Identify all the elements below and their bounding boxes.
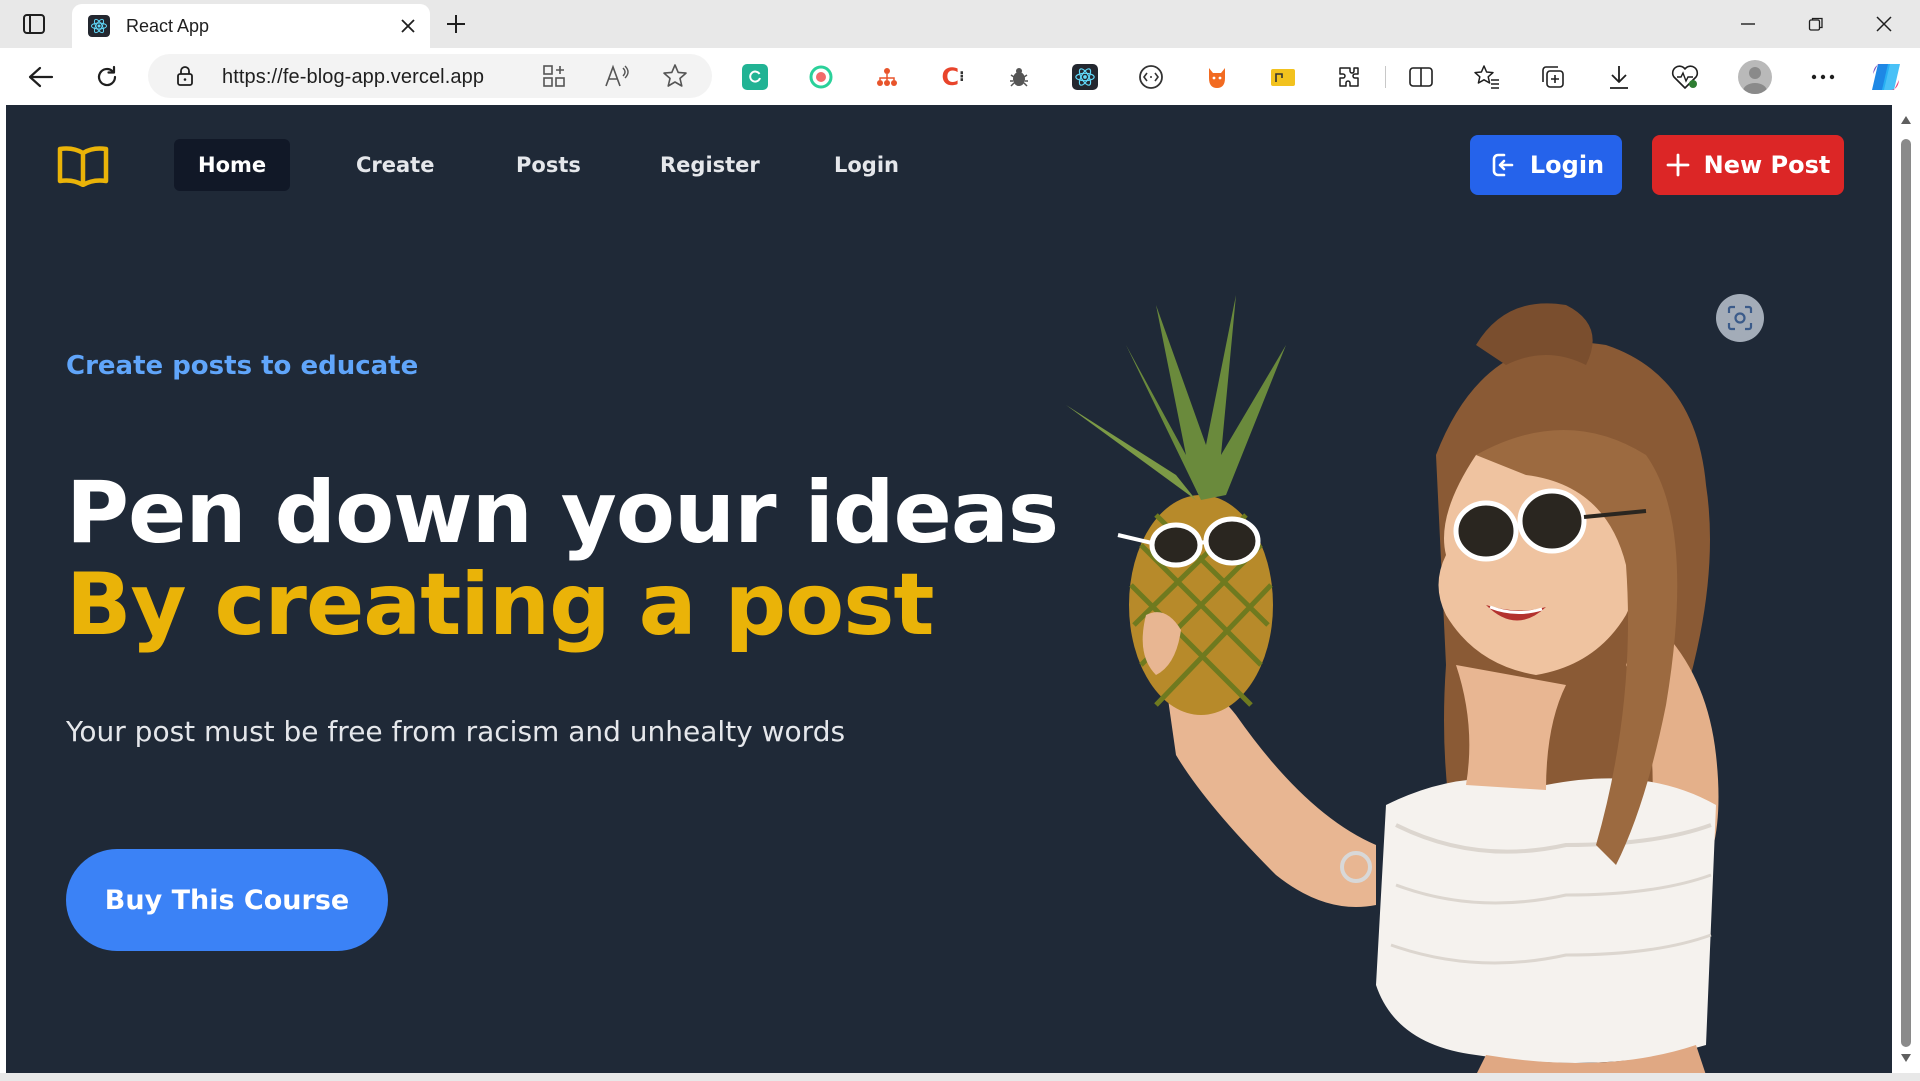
browser-toolbar: https://fe-blog-app.vercel.app C ⁝ (0, 48, 1920, 105)
favorite-star-icon[interactable] (662, 63, 688, 94)
scroll-up-icon[interactable] (1899, 113, 1913, 127)
nav-create[interactable]: Create (332, 139, 458, 191)
nav-register[interactable]: Register (636, 139, 784, 191)
minimize-icon[interactable] (1734, 10, 1762, 38)
lock-icon[interactable] (176, 65, 194, 92)
read-aloud-icon[interactable] (604, 64, 630, 93)
profile-avatar[interactable] (1738, 60, 1772, 94)
cplus-extension-icon[interactable]: C ⁝ (940, 63, 966, 91)
downloads-icon[interactable] (1602, 60, 1636, 94)
login-button-label: Login (1529, 151, 1605, 179)
buy-course-button[interactable]: Buy This Course (66, 849, 388, 951)
fox-extension-icon[interactable] (1204, 64, 1230, 90)
hero-eyebrow: Create posts to educate (66, 351, 419, 381)
app-available-icon[interactable] (542, 64, 566, 93)
close-window-icon[interactable] (1870, 10, 1898, 38)
hero-subtitle: Your post must be free from racism and u… (66, 715, 846, 748)
login-icon (1492, 153, 1514, 177)
scrollbar-thumb[interactable] (1901, 139, 1911, 1047)
browser-tab-bar: React App (0, 0, 1920, 48)
scroll-down-icon[interactable] (1899, 1051, 1913, 1065)
sync-extension-icon[interactable] (742, 64, 768, 90)
hero-headline-line1: Pen down your ideas (66, 463, 1059, 563)
code-extension-icon[interactable] (1138, 64, 1164, 90)
collections-icon[interactable] (1536, 60, 1570, 94)
new-post-button-label: New Post (1703, 151, 1831, 179)
window-bottom-edge (0, 1073, 1920, 1081)
tab-title: React App (126, 16, 210, 36)
browser-tab[interactable]: React App (72, 4, 430, 48)
split-screen-icon[interactable] (1404, 60, 1438, 94)
address-bar[interactable]: https://fe-blog-app.vercel.app (148, 54, 712, 98)
new-tab-icon[interactable] (442, 10, 470, 38)
woman-with-pineapple-image (1066, 295, 1719, 1073)
plus-icon (1666, 153, 1690, 177)
react-icon (88, 15, 110, 37)
copilot-icon[interactable] (1868, 60, 1904, 94)
page-scrollbar[interactable] (1892, 105, 1920, 1073)
visual-search-icon[interactable] (1716, 294, 1764, 342)
refresh-icon[interactable] (90, 60, 124, 94)
book-icon[interactable] (56, 143, 110, 188)
restore-icon[interactable] (1802, 10, 1830, 38)
favorites-icon[interactable] (1470, 60, 1504, 94)
new-post-button[interactable]: New Post (1652, 135, 1844, 195)
more-options-icon[interactable] (1806, 60, 1840, 94)
close-tab-icon[interactable] (396, 14, 420, 38)
page-viewport: Home Create Posts Register Login Login N… (6, 105, 1892, 1073)
toolbar-divider (1385, 66, 1386, 88)
nav-login[interactable]: Login (810, 139, 923, 191)
back-icon[interactable] (24, 60, 58, 94)
react-devtools-icon[interactable] (1072, 64, 1098, 90)
tab-actions-icon[interactable] (20, 12, 48, 36)
login-button[interactable]: Login (1470, 135, 1622, 195)
nav-posts[interactable]: Posts (492, 139, 605, 191)
org-extension-icon[interactable] (874, 64, 900, 90)
extensions-puzzle-icon[interactable] (1332, 60, 1366, 94)
folder-extension-icon[interactable] (1270, 64, 1296, 90)
address-url[interactable]: https://fe-blog-app.vercel.app (222, 66, 484, 89)
nav-home[interactable]: Home (174, 139, 291, 191)
circle-extension-icon[interactable] (808, 64, 834, 90)
bug-extension-icon[interactable] (1006, 64, 1032, 90)
hero-headline-line2: By creating a post (66, 555, 935, 655)
browser-essentials-icon[interactable] (1668, 60, 1702, 94)
